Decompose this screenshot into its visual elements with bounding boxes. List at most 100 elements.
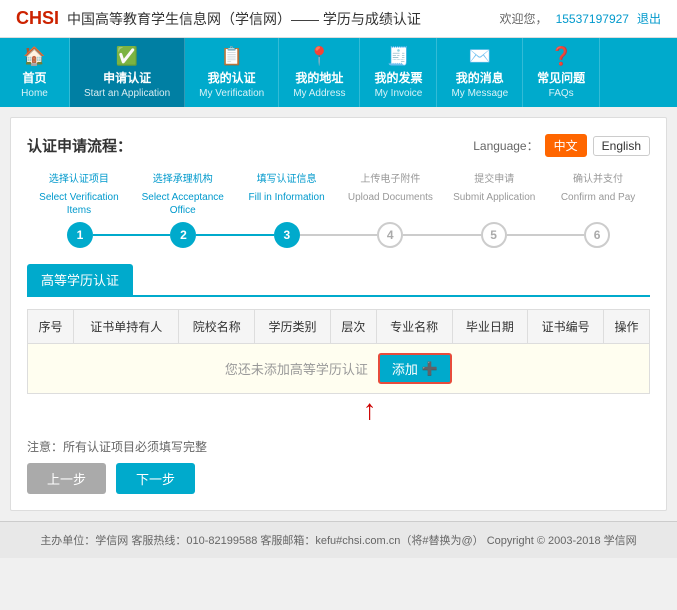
step-2-en: Select Acceptance Office xyxy=(131,191,235,217)
step-5-en: Submit Application xyxy=(453,191,535,204)
arrow-annotation: ↑ xyxy=(27,394,650,424)
lang-zh-button[interactable]: 中文 xyxy=(545,134,587,157)
nav-apply[interactable]: ✅ 申请认证 Start an Application xyxy=(70,38,185,107)
logo-area: CHSI 中国高等教育学生信息网（学信网）—— 学历与成绩认证 xyxy=(16,8,421,29)
main-content: 认证申请流程： Language： 中文 English 选择认证项目 Sele… xyxy=(10,117,667,511)
step-5-zh: 提交申请 xyxy=(474,173,514,186)
col-action: 操作 xyxy=(603,310,649,344)
nav-address-zh: 我的地址 xyxy=(295,69,343,86)
line-3-4 xyxy=(300,234,377,236)
steps-circles: 1 2 3 4 5 6 xyxy=(27,222,650,248)
nav-faqs-zh: 常见问题 xyxy=(537,69,585,86)
education-table: 序号 证书单持有人 院校名称 学历类别 层次 专业名称 毕业日期 证书编号 操作… xyxy=(27,309,650,394)
footer: 主办单位：学信网 客服热线：010-82199588 客服邮箱：kefu#chs… xyxy=(0,521,677,558)
step-6-circle: 6 xyxy=(584,222,610,248)
tab-bar: 高等学历认证 xyxy=(27,264,650,297)
line-2-3 xyxy=(196,234,273,236)
prev-button[interactable]: 上一步 xyxy=(27,463,106,494)
add-plus-icon: ➕ xyxy=(422,361,438,377)
nav-home[interactable]: 🏠 首页 Home xyxy=(0,38,70,107)
logout-link[interactable]: 退出 xyxy=(637,10,661,27)
nav-message-zh: 我的消息 xyxy=(456,69,504,86)
lang-en-button[interactable]: English xyxy=(593,136,650,156)
nav-address-en: My Address xyxy=(293,88,345,99)
step-1-zh: 选择认证项目 xyxy=(49,173,109,186)
step-1-circle: 1 xyxy=(67,222,93,248)
step-5-circle: 5 xyxy=(481,222,507,248)
chsi-logo: CHSI xyxy=(16,8,59,29)
empty-text: 您还未添加高等学历认证 xyxy=(225,359,368,378)
process-title: 认证申请流程： xyxy=(27,135,132,156)
line-1-2 xyxy=(93,234,170,236)
address-icon: 📍 xyxy=(308,46,330,67)
empty-cell: 您还未添加高等学历认证 添加 ➕ xyxy=(28,344,650,394)
step-3-item: 填写认证信息 Fill in Information xyxy=(235,173,339,222)
process-header: 认证申请流程： Language： 中文 English xyxy=(27,134,650,157)
step-6-en: Confirm and Pay xyxy=(561,191,635,204)
col-major: 专业名称 xyxy=(376,310,452,344)
step-2-circle: 2 xyxy=(170,222,196,248)
language-selector: Language： 中文 English xyxy=(473,134,650,157)
main-nav: 🏠 首页 Home ✅ 申请认证 Start an Application 📋 … xyxy=(0,38,677,107)
nav-apply-en: Start an Application xyxy=(84,88,170,99)
faqs-icon: ❓ xyxy=(550,46,572,67)
nav-verification-en: My Verification xyxy=(199,88,264,99)
nav-invoice-zh: 我的发票 xyxy=(374,69,422,86)
step-4-item: 上传电子附件 Upload Documents xyxy=(338,173,442,222)
home-icon: 🏠 xyxy=(23,46,45,67)
footer-text: 主办单位：学信网 客服热线：010-82199588 客服邮箱：kefu#chs… xyxy=(40,535,636,547)
line-5-6 xyxy=(507,234,584,236)
step-6-zh: 确认并支付 xyxy=(573,173,623,186)
header-user-area: 欢迎您， 15537197927 退出 xyxy=(500,10,661,27)
add-button-label: 添加 xyxy=(392,359,418,378)
nav-invoice-en: My Invoice xyxy=(375,88,423,99)
language-label: Language： xyxy=(473,137,538,154)
col-num: 序号 xyxy=(28,310,74,344)
nav-home-zh: 首页 xyxy=(22,69,46,86)
header: CHSI 中国高等教育学生信息网（学信网）—— 学历与成绩认证 欢迎您， 155… xyxy=(0,0,677,38)
step-1-item: 选择认证项目 Select Verification Items xyxy=(27,173,131,222)
step-4-zh: 上传电子附件 xyxy=(360,173,420,186)
step-2-zh: 选择承理机构 xyxy=(153,173,213,186)
nav-home-en: Home xyxy=(21,88,48,99)
step-1-en: Select Verification Items xyxy=(27,191,131,217)
username: 15537197927 xyxy=(556,12,629,26)
col-holder: 证书单持有人 xyxy=(73,310,179,344)
add-education-button[interactable]: 添加 ➕ xyxy=(378,353,452,384)
table-empty-row: 您还未添加高等学历认证 添加 ➕ xyxy=(28,344,650,394)
nav-faqs[interactable]: ❓ 常见问题 FAQs xyxy=(523,38,600,107)
step-2-item: 选择承理机构 Select Acceptance Office xyxy=(131,173,235,222)
nav-my-address[interactable]: 📍 我的地址 My Address xyxy=(279,38,360,107)
nav-message-en: My Message xyxy=(451,88,508,99)
step-5-item: 提交申请 Submit Application xyxy=(442,173,546,222)
next-button[interactable]: 下一步 xyxy=(116,463,195,494)
col-level: 层次 xyxy=(330,310,376,344)
verification-icon: 📋 xyxy=(220,46,242,67)
col-cert-num: 证书编号 xyxy=(528,310,604,344)
step-4-en: Upload Documents xyxy=(348,191,433,204)
table-header-row: 序号 证书单持有人 院校名称 学历类别 层次 专业名称 毕业日期 证书编号 操作 xyxy=(28,310,650,344)
invoice-icon: 🧾 xyxy=(387,46,409,67)
step-6-item: 确认并支付 Confirm and Pay xyxy=(546,173,650,222)
step-3-circle: 3 xyxy=(274,222,300,248)
nav-verification-zh: 我的认证 xyxy=(208,69,256,86)
nav-my-invoice[interactable]: 🧾 我的发票 My Invoice xyxy=(360,38,437,107)
step-4-circle: 4 xyxy=(377,222,403,248)
message-icon: ✉️ xyxy=(469,46,491,67)
step-3-zh: 填写认证信息 xyxy=(257,173,317,186)
step-3-en: Fill in Information xyxy=(249,191,325,204)
apply-icon: ✅ xyxy=(116,46,138,67)
welcome-text: 欢迎您， xyxy=(500,10,548,27)
note-text: 注意：所有认证项目必须填写完整 xyxy=(27,438,650,455)
nav-apply-zh: 申请认证 xyxy=(103,69,151,86)
col-grad-date: 毕业日期 xyxy=(452,310,528,344)
red-arrow-icon: ↑ xyxy=(363,394,377,426)
nav-my-message[interactable]: ✉️ 我的消息 My Message xyxy=(437,38,523,107)
col-type: 学历类别 xyxy=(255,310,331,344)
nav-my-verification[interactable]: 📋 我的认证 My Verification xyxy=(185,38,279,107)
steps-container: 选择认证项目 Select Verification Items 选择承理机构 … xyxy=(27,173,650,248)
bottom-button-row: 上一步 下一步 xyxy=(27,463,650,494)
site-title: 中国高等教育学生信息网（学信网）—— 学历与成绩认证 xyxy=(67,9,421,29)
tab-education[interactable]: 高等学历认证 xyxy=(27,264,133,295)
col-school: 院校名称 xyxy=(179,310,255,344)
